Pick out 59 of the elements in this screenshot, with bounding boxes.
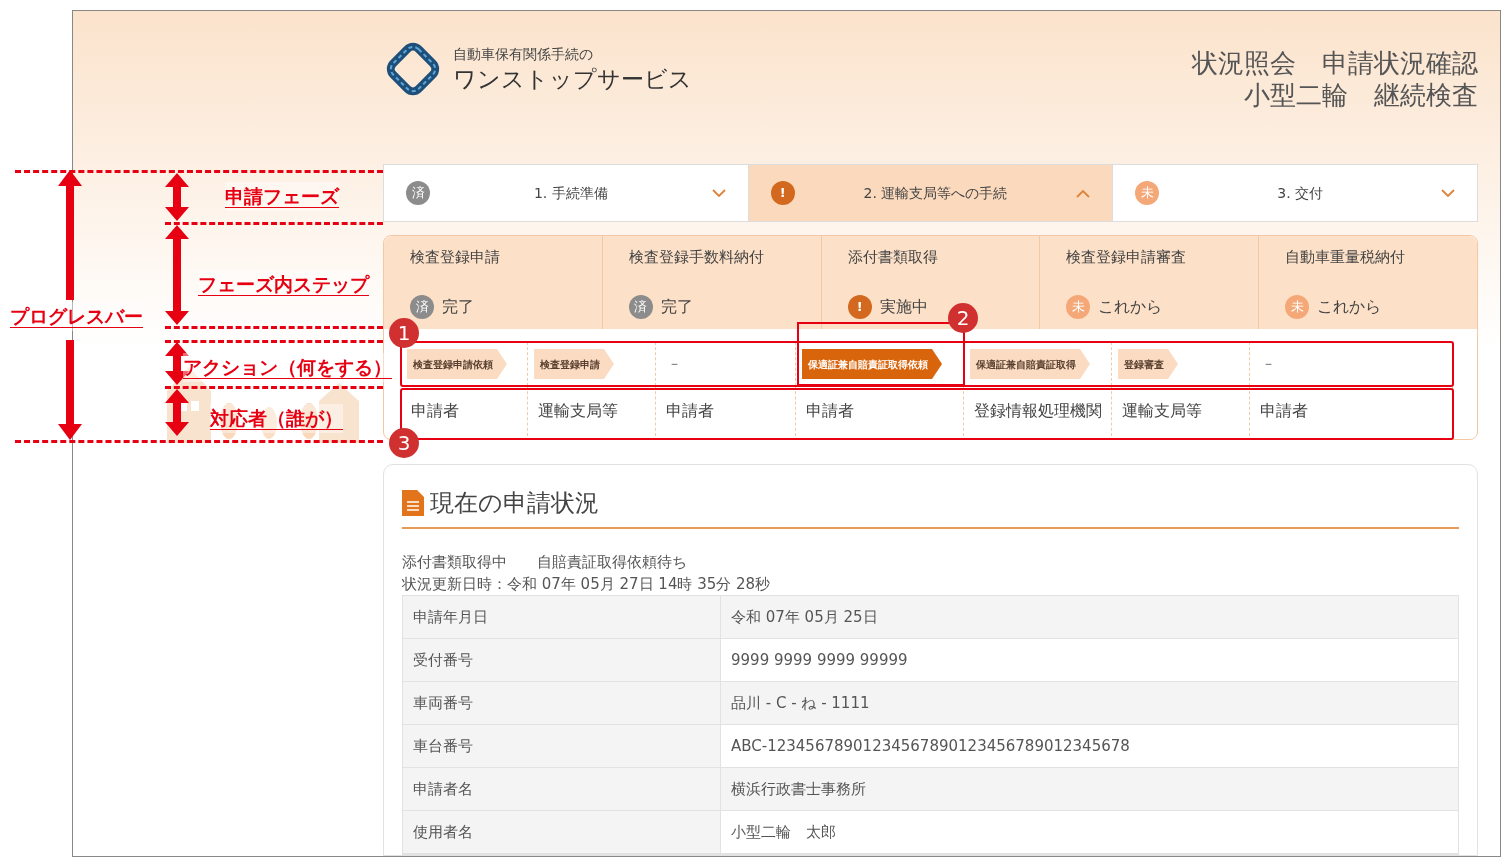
action-empty: －: [1262, 355, 1275, 374]
logo-subtitle: 自動車保有関係手続の: [453, 45, 594, 65]
action-tag: 検査登録申請依頼: [407, 349, 507, 380]
status-badge: 未: [1135, 181, 1160, 206]
action-empty: －: [668, 355, 681, 374]
caret-up-icon: [1076, 188, 1091, 198]
step-title: 検査登録申請審査: [1066, 247, 1188, 269]
card-title: 現在の申請状況: [430, 488, 599, 519]
status-badge: 済: [410, 295, 434, 320]
row-label: 受付番号: [403, 639, 721, 681]
page-title: 状況照会 申請状況確認: [1192, 47, 1478, 79]
step-status: 完了: [442, 296, 474, 319]
actor-label: 申請者: [666, 400, 714, 423]
step-status: 実施中: [879, 296, 928, 319]
step-title: 検査登録手数料納付: [628, 247, 765, 269]
row-label: 使用者名: [403, 811, 721, 853]
step-status: 完了: [660, 296, 693, 319]
annotation-label: 対応者（誰が）: [210, 404, 343, 433]
action-tag: 検査登録申請: [534, 349, 614, 380]
row-value: 品川 - C - ね - 1111: [721, 682, 1458, 724]
status-badge: !: [847, 295, 872, 320]
action-tag: 保適証兼自賠責証取得: [970, 349, 1090, 380]
status-badge: 済: [628, 295, 653, 320]
document-icon: [402, 490, 424, 516]
row-value: 横浜行政書士事務所: [721, 768, 1458, 810]
logo-title: ワンストップサービス: [453, 65, 692, 94]
double-arrow-icon: [165, 173, 189, 221]
actor-label: 運輸支局等: [1122, 400, 1202, 423]
row-label: 申請年月日: [403, 596, 721, 638]
actor-label: 申請者: [411, 400, 459, 423]
status-badge: 済: [406, 181, 430, 206]
actor-label: 申請者: [1260, 400, 1308, 423]
actor-label: 登録情報処理機関: [974, 400, 1102, 423]
status-badge: 未: [1285, 295, 1310, 320]
actor-label: 申請者: [806, 400, 854, 423]
updated-text: 状況更新日時：令和 07年 05月 27日 14時 35分 28秒: [402, 574, 772, 595]
row-label: 申請者名: [403, 768, 721, 810]
status-badge: 未: [1066, 295, 1091, 320]
caret-down-icon: [1441, 188, 1455, 198]
step-title: 自動車重量税納付: [1285, 247, 1407, 269]
phase-tab[interactable]: ! 2. 運輸支局等への手続: [747, 165, 1113, 222]
annotation-label: フェーズ内ステップ: [198, 270, 369, 299]
status-badge: !: [770, 181, 795, 206]
annotation-label: プログレスバー: [10, 302, 143, 331]
action-tag: 保適証兼自賠責証取得依頼: [802, 349, 942, 380]
step-status: これから: [1317, 296, 1382, 319]
caret-down-icon: [711, 188, 726, 198]
step-title: 添付書類取得: [847, 247, 939, 269]
step-title: 検査登録申請: [410, 247, 501, 269]
annotation-label: 申請フェーズ: [225, 182, 339, 211]
status-text: 添付書類取得中 自賠責証取得依頼待ち: [402, 552, 688, 573]
actor-label: 運輸支局等: [538, 400, 618, 423]
row-value: 令和 07年 05月 25日: [721, 596, 1458, 638]
step-status: これから: [1098, 296, 1163, 319]
action-tag: 登録審査: [1118, 349, 1178, 380]
annotation-label: アクション（何をする）: [183, 353, 392, 382]
row-label: 車両番号: [403, 682, 721, 724]
page-title: 小型二輪 継続検査: [1244, 79, 1478, 111]
row-label: 車台番号: [403, 725, 721, 767]
